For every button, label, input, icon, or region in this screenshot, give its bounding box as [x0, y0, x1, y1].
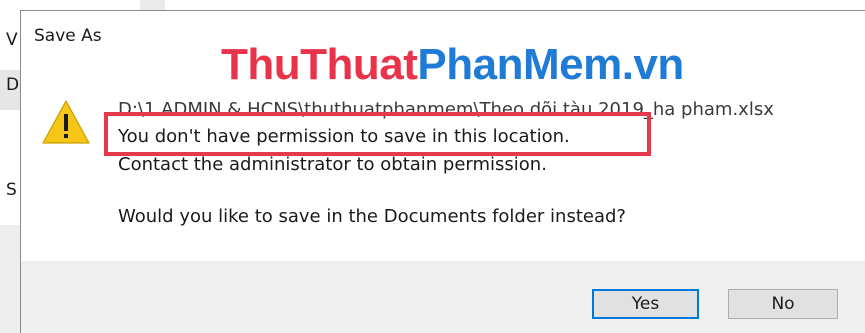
background-text: V — [6, 30, 18, 50]
dialog-title: Save As — [34, 26, 102, 46]
screen: V D S Save As ThuThuatPhanMem.vn D:\1.AD… — [0, 0, 865, 333]
no-button[interactable]: No — [728, 289, 838, 319]
background-application: V D S — [0, 0, 20, 333]
question-text: Would you like to save in the Documents … — [118, 206, 626, 227]
watermark-part-1: ThuThuat — [221, 40, 418, 89]
background-tab — [140, 0, 165, 10]
watermark-logo: ThuThuatPhanMem.vn — [221, 43, 684, 87]
highlight-annotation — [104, 112, 651, 156]
background-strip — [0, 225, 20, 333]
background-text: D — [6, 75, 20, 95]
watermark-part-2: PhanMem.vn — [417, 40, 684, 89]
warning-icon — [42, 100, 90, 144]
background-text: S — [6, 180, 17, 200]
yes-button[interactable]: Yes — [592, 289, 699, 319]
dialog-footer: Yes No — [21, 261, 865, 333]
contact-message: Contact the administrator to obtain perm… — [118, 154, 547, 175]
save-as-dialog: Save As ThuThuatPhanMem.vn D:\1.ADMIN & … — [20, 10, 865, 333]
